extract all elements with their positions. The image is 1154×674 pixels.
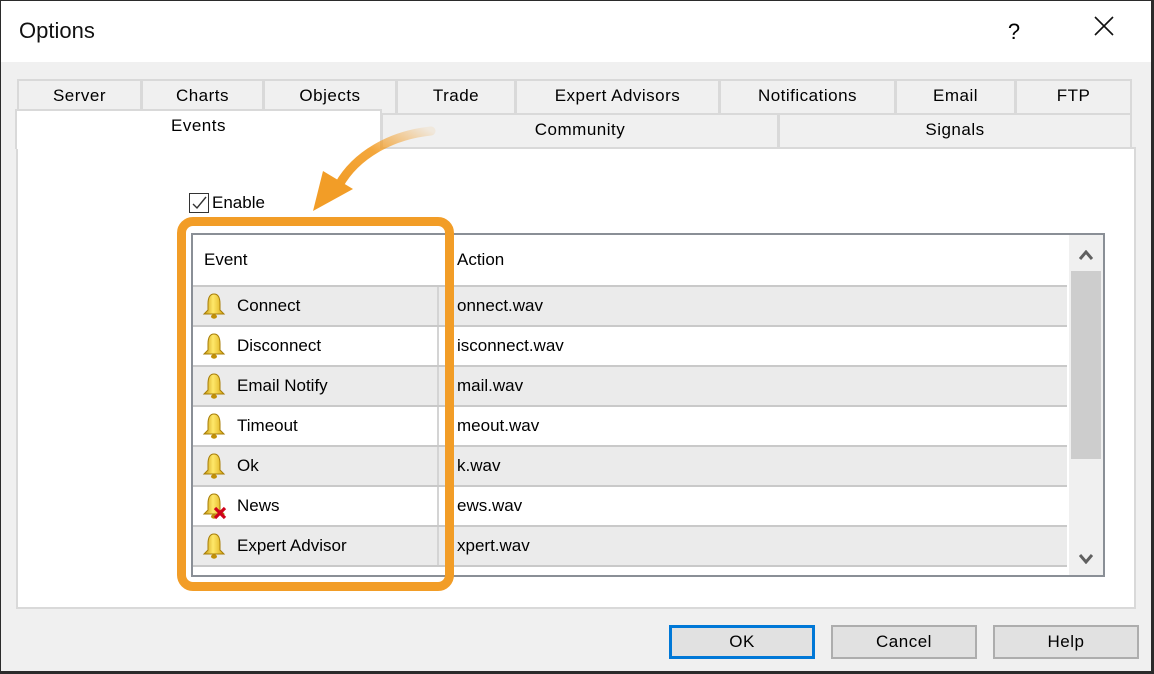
tab-notifications[interactable]: Notifications: [719, 79, 896, 113]
tab-community[interactable]: Community: [381, 113, 779, 149]
bell-icon: [201, 332, 227, 360]
bell-icon: [201, 292, 227, 320]
event-name: Expert Advisor: [237, 536, 347, 555]
list-item[interactable]: Timeout meout.wav: [193, 405, 1067, 445]
events-list[interactable]: Event Action Connect onnect.wav Disconne…: [191, 233, 1105, 577]
list-rows: Connect onnect.wav Disconnect isconnect.…: [193, 285, 1067, 575]
action-cell: ews.wav: [457, 496, 523, 515]
chevron-down-icon: [1078, 554, 1094, 565]
event-cell: Email Notify: [193, 367, 439, 405]
column-header-action[interactable]: Action: [439, 235, 1067, 285]
column-header-event[interactable]: Event: [193, 235, 439, 285]
action-cell: meout.wav: [457, 416, 540, 435]
event-cell: Disconnect: [193, 327, 439, 365]
event-cell: Timeout: [193, 407, 439, 445]
event-name: Ok: [237, 456, 259, 475]
event-cell: News: [193, 487, 439, 525]
bell-icon: [201, 372, 227, 400]
event-name: Timeout: [237, 416, 298, 435]
ok-button[interactable]: OK: [669, 625, 815, 659]
options-dialog: Options ? Server Charts Objects Trade Ex…: [1, 1, 1151, 671]
enable-label: Enable: [212, 193, 265, 212]
tab-objects[interactable]: Objects: [263, 79, 397, 113]
action-cell: k.wav: [457, 456, 501, 475]
tab-trade[interactable]: Trade: [396, 79, 516, 113]
event-name: Disconnect: [237, 336, 322, 355]
tab-server[interactable]: Server: [17, 79, 142, 113]
close-button[interactable]: [1081, 11, 1127, 53]
help-button[interactable]: Help: [993, 625, 1139, 659]
bell-icon: [201, 412, 227, 440]
tab-charts[interactable]: Charts: [141, 79, 264, 113]
event-cell: Ok: [193, 447, 439, 485]
list-item[interactable]: Connect onnect.wav: [193, 285, 1067, 325]
enable-checkbox[interactable]: [189, 193, 209, 213]
scroll-thumb[interactable]: [1071, 271, 1101, 459]
list-header: Event Action: [193, 235, 1067, 285]
tab-events[interactable]: Events: [15, 109, 382, 149]
event-cell: Connect: [193, 287, 439, 325]
list-item-partial: [193, 565, 1067, 575]
cancel-button[interactable]: Cancel: [831, 625, 977, 659]
title-bar: Options ?: [1, 1, 1151, 62]
checkmark-icon: [192, 196, 207, 210]
list-item[interactable]: Expert Advisor xpert.wav: [193, 525, 1067, 565]
bell-icon: [201, 452, 227, 480]
vertical-scrollbar[interactable]: [1069, 235, 1103, 575]
list-item[interactable]: News ews.wav: [193, 485, 1067, 525]
list-item[interactable]: Ok k.wav: [193, 445, 1067, 485]
bell-disabled-icon: [201, 492, 227, 520]
event-name: Email Notify: [237, 376, 328, 395]
event-cell: Expert Advisor: [193, 527, 439, 565]
enable-checkbox-row[interactable]: Enable: [189, 193, 265, 213]
action-cell: isconnect.wav: [457, 336, 564, 355]
action-cell: mail.wav: [457, 376, 524, 395]
list-item[interactable]: Email Notify mail.wav: [193, 365, 1067, 405]
tab-expert-advisors[interactable]: Expert Advisors: [515, 79, 720, 113]
close-icon: [1094, 16, 1114, 36]
tab-ftp[interactable]: FTP: [1015, 79, 1132, 113]
tab-email[interactable]: Email: [895, 79, 1016, 113]
scroll-up-button[interactable]: [1069, 239, 1103, 269]
action-cell: xpert.wav: [457, 536, 530, 555]
chevron-up-icon: [1078, 249, 1094, 260]
bell-icon: [201, 532, 227, 560]
event-name: News: [237, 496, 280, 515]
list-item[interactable]: Disconnect isconnect.wav: [193, 325, 1067, 365]
tab-signals[interactable]: Signals: [778, 113, 1132, 149]
help-title-button[interactable]: ?: [991, 11, 1037, 53]
dialog-title: Options: [19, 18, 95, 43]
scroll-down-button[interactable]: [1069, 543, 1103, 573]
event-name: Connect: [237, 296, 301, 315]
action-cell: onnect.wav: [457, 296, 543, 315]
